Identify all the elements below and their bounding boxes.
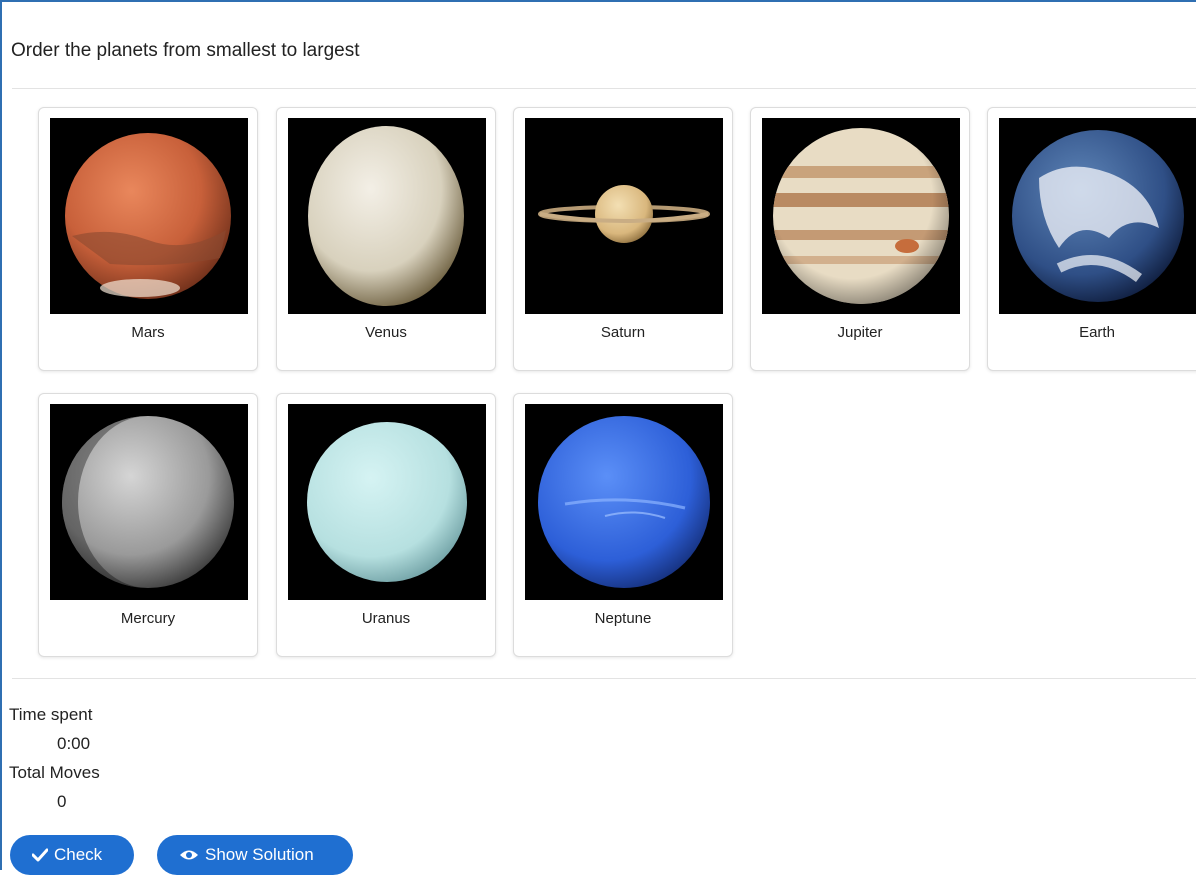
uranus-image (288, 404, 486, 600)
divider (12, 678, 1196, 679)
card-label: Saturn (600, 324, 646, 341)
card-label: Mars (131, 324, 165, 341)
planet-card-uranus[interactable]: Uranus (276, 393, 496, 657)
planet-card-earth[interactable]: Earth (987, 107, 1196, 371)
checkmark-icon (32, 848, 48, 862)
frame-top-border (0, 0, 1196, 2)
jupiter-image (762, 118, 960, 314)
divider (12, 88, 1196, 89)
total-moves-label: Total Moves (9, 763, 100, 782)
card-grid: Mars Venus Saturn Jupiter Earth Mercury … (38, 107, 1196, 667)
show-solution-button-label: Show Solution (205, 845, 314, 864)
venus-image (288, 118, 486, 314)
total-moves-value: 0 (57, 792, 67, 811)
show-solution-button[interactable]: Show Solution (157, 835, 353, 875)
time-spent-label: Time spent (9, 705, 93, 724)
card-label: Jupiter (837, 324, 883, 341)
check-button-label: Check (54, 845, 103, 864)
mercury-image (50, 404, 248, 600)
planet-card-mars[interactable]: Mars (38, 107, 258, 371)
card-label: Venus (365, 324, 407, 341)
card-label: Mercury (120, 610, 176, 627)
stats-panel: Time spent 0:00 Total Moves 0 (9, 704, 100, 820)
task-title: Order the planets from smallest to large… (11, 40, 360, 61)
planet-card-neptune[interactable]: Neptune (513, 393, 733, 657)
neptune-image (525, 404, 723, 600)
eye-icon (179, 848, 199, 862)
saturn-image (525, 118, 723, 314)
planet-card-saturn[interactable]: Saturn (513, 107, 733, 371)
earth-image (999, 118, 1196, 314)
card-label: Neptune (594, 610, 652, 627)
time-spent-value: 0:00 (57, 734, 91, 753)
mars-image (50, 118, 248, 314)
card-label: Earth (1079, 324, 1115, 341)
frame-left-border (0, 0, 2, 870)
card-label: Uranus (361, 610, 411, 627)
planet-card-venus[interactable]: Venus (276, 107, 496, 371)
planet-card-jupiter[interactable]: Jupiter (750, 107, 970, 371)
planet-card-mercury[interactable]: Mercury (38, 393, 258, 657)
check-button[interactable]: Check (10, 835, 134, 875)
